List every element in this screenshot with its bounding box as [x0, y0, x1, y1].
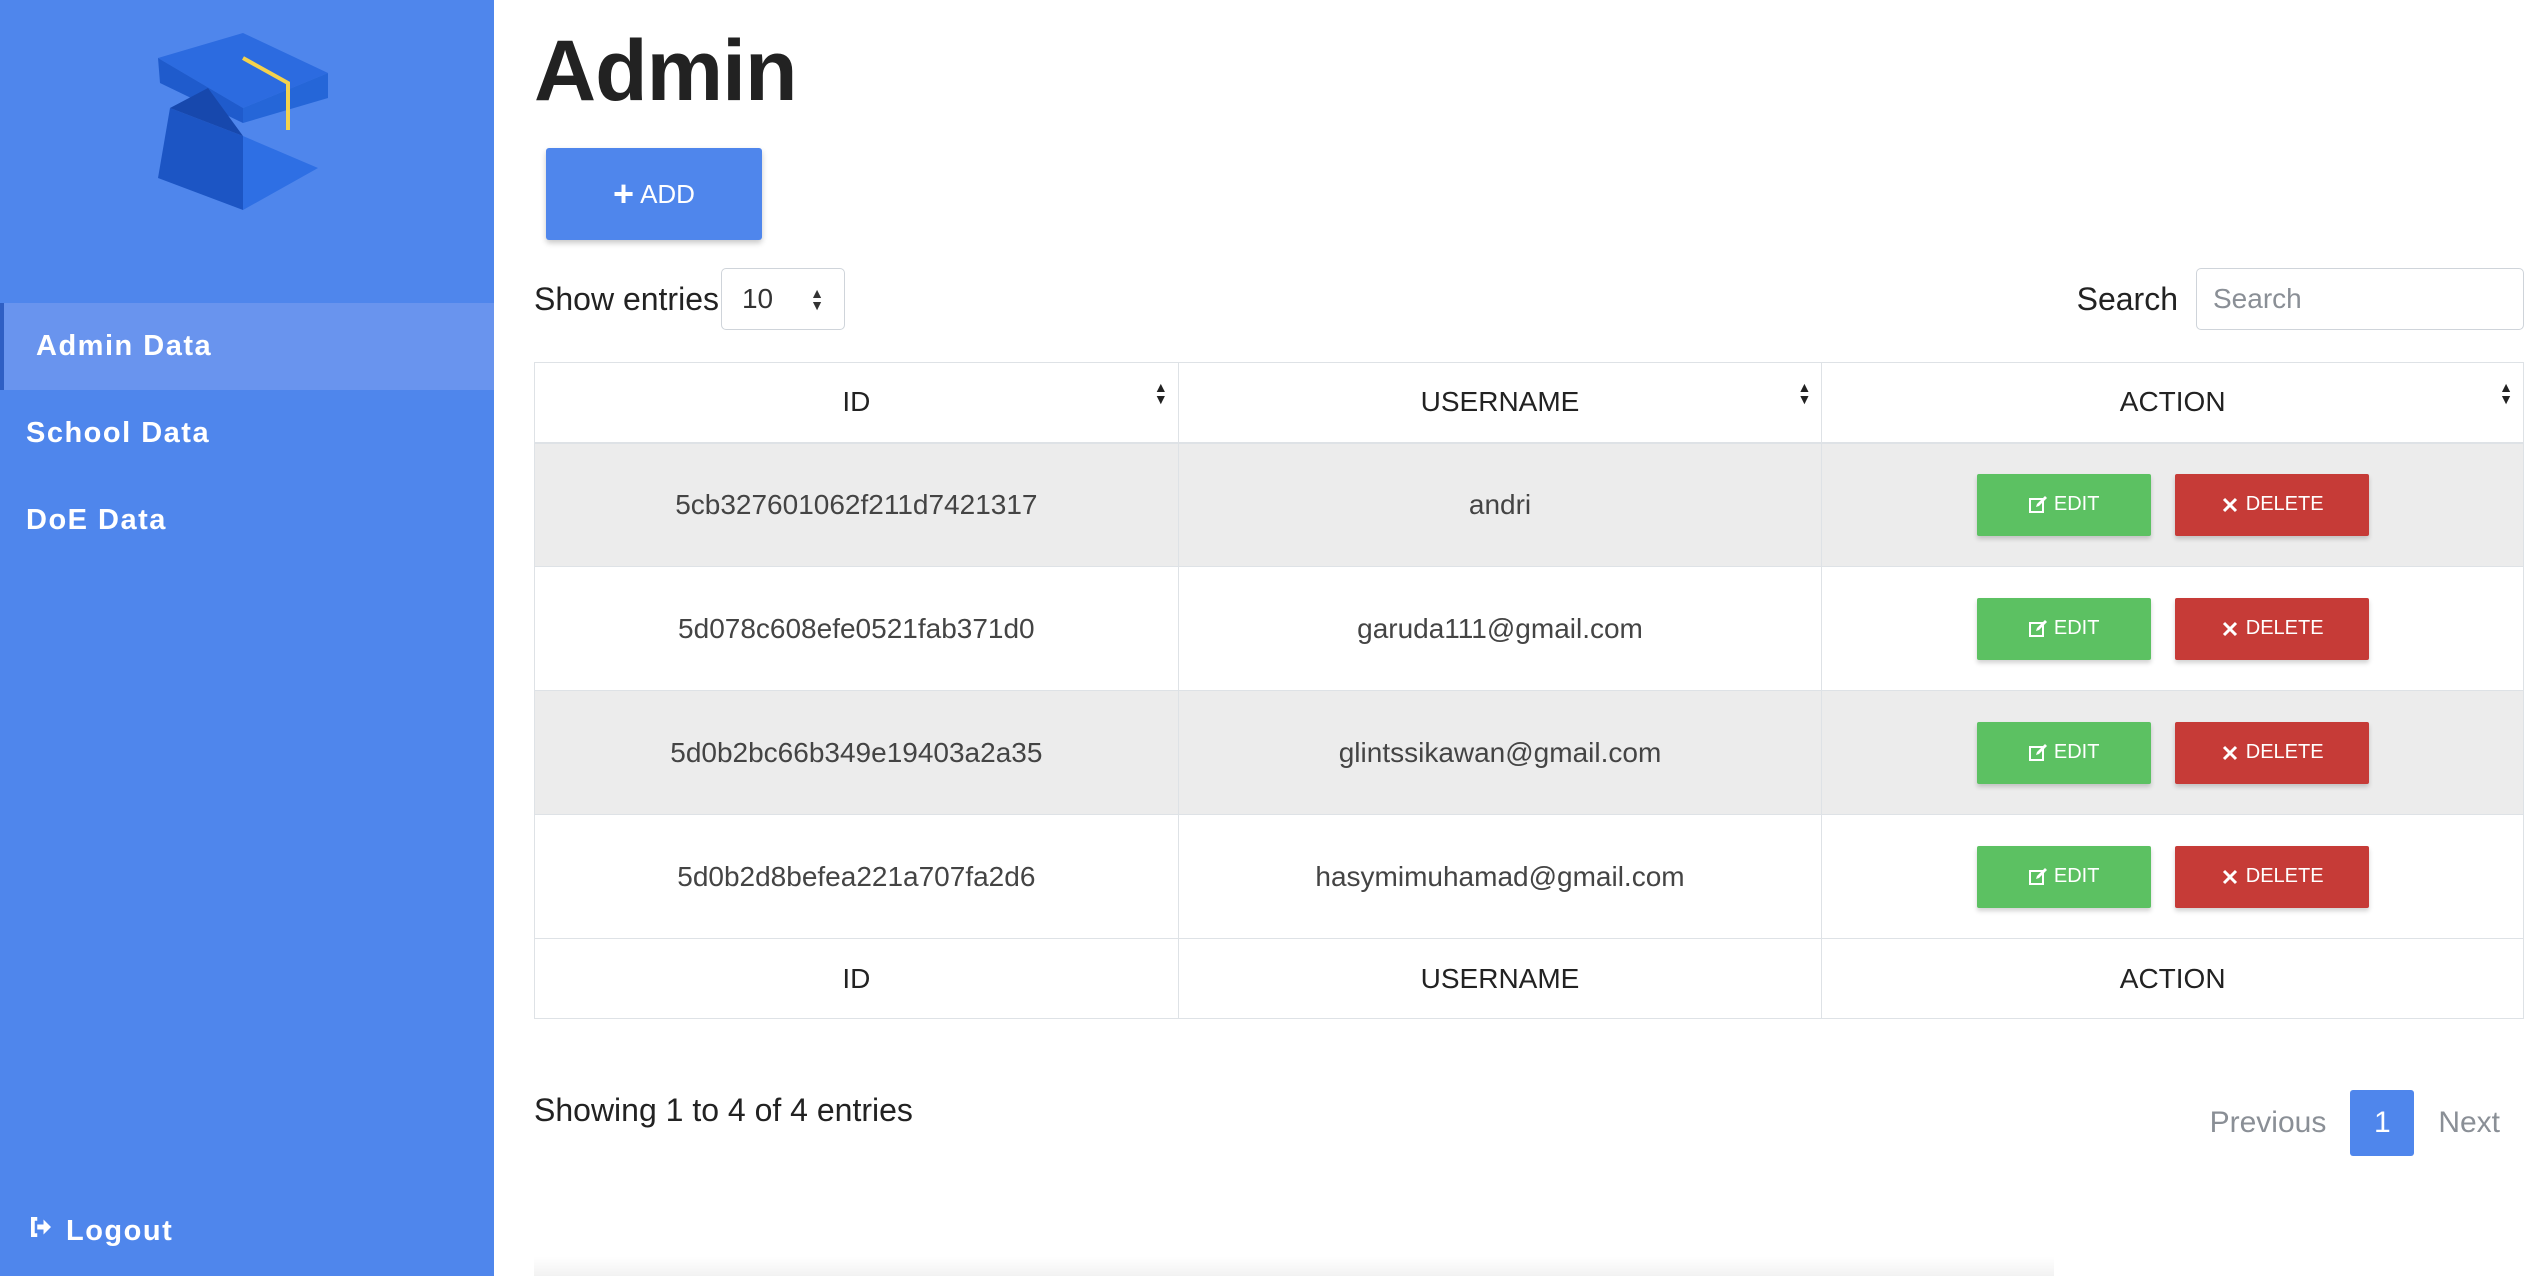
edit-icon — [2028, 495, 2047, 513]
sidebar-item-school-data[interactable]: School Data — [0, 390, 494, 477]
sidebar-item-doe-data[interactable]: DoE Data — [0, 477, 494, 564]
edit-icon — [2028, 743, 2047, 761]
header-id[interactable]: ID ▲ ▼ — [534, 362, 1179, 444]
cell-username: hasymimuhamad@gmail.com — [1177, 814, 1823, 939]
close-icon — [2222, 869, 2237, 884]
table-row: 5d0b2bc66b349e19403a2a35 glintssikawan@g… — [534, 690, 2524, 815]
previous-button[interactable]: Previous — [2186, 1106, 2351, 1140]
edit-icon — [2028, 619, 2047, 637]
cell-id: 5d0b2d8befea221a707fa2d6 — [534, 814, 1179, 939]
delete-button[interactable]: DELETE — [2174, 845, 2369, 908]
close-icon — [2222, 497, 2237, 512]
entries-select[interactable]: 10 ▲ ▼ — [720, 268, 845, 330]
sign-out-icon — [26, 1212, 56, 1250]
page-1-button[interactable]: 1 — [2350, 1090, 2415, 1156]
header-username[interactable]: USERNAME ▲ ▼ — [1177, 362, 1823, 444]
footer-action: ACTION — [1821, 938, 2524, 1019]
select-arrows-icon: ▲ ▼ — [810, 285, 824, 313]
logout-label: Logout — [66, 1214, 174, 1247]
edit-icon — [2028, 867, 2047, 885]
cell-action: EDIT DELETE — [1821, 566, 2524, 691]
delete-button[interactable]: DELETE — [2174, 473, 2369, 536]
cell-id: 5cb327601062f211d7421317 — [534, 442, 1179, 567]
sort-icon: ▲ ▼ — [1153, 379, 1168, 407]
delete-label: DELETE — [2245, 741, 2324, 763]
footer-username: USERNAME — [1177, 938, 1823, 1019]
header-action[interactable]: ACTION ▲ ▼ — [1821, 362, 2524, 444]
add-label: ADD — [640, 178, 695, 209]
search-label: Search — [2076, 280, 2178, 317]
cell-username: glintssikawan@gmail.com — [1177, 690, 1823, 815]
sidebar-item-admin-data[interactable]: Admin Data — [0, 303, 494, 390]
footer-id: ID — [534, 938, 1179, 1019]
header-action-label: ACTION — [2119, 386, 2226, 418]
delete-label: DELETE — [2245, 493, 2324, 516]
page-title: Admin — [534, 23, 798, 119]
edit-button[interactable]: EDIT — [1976, 845, 2151, 908]
sidebar: Admin Data School Data DoE Data Logout — [0, 0, 494, 1276]
edit-button[interactable]: EDIT — [1976, 473, 2151, 536]
edit-button[interactable]: EDIT — [1976, 597, 2151, 660]
edit-label: EDIT — [2053, 493, 2100, 516]
sort-icon: ▲ ▼ — [2499, 379, 2513, 407]
cell-id: 5d0b2bc66b349e19403a2a35 — [534, 690, 1179, 815]
cell-action: EDIT DELETE — [1821, 814, 2524, 939]
graduation-cap-logo — [148, 28, 338, 218]
edit-label: EDIT — [2053, 741, 2100, 763]
cell-action: EDIT DELETE — [1821, 690, 2524, 815]
header-id-label: ID — [842, 386, 871, 418]
pagination: Previous 1 Next — [2186, 1090, 2524, 1156]
show-entries: Show entries 10 ▲ ▼ — [534, 268, 845, 330]
search-area: Search — [2077, 268, 2524, 330]
next-button[interactable]: Next — [2414, 1106, 2524, 1140]
sort-icon: ▲ ▼ — [1797, 379, 1812, 407]
logout-link[interactable]: Logout — [26, 1212, 173, 1250]
cell-id: 5d078c608efe0521fab371d0 — [534, 566, 1179, 691]
sidebar-nav: Admin Data School Data DoE Data — [0, 303, 494, 564]
add-button[interactable]: + ADD — [546, 148, 762, 240]
edit-label: EDIT — [2053, 617, 2100, 639]
table-row: 5d0b2d8befea221a707fa2d6 hasymimuhamad@g… — [534, 814, 2524, 939]
cell-username: garuda111@gmail.com — [1177, 566, 1823, 691]
admin-table: ID ▲ ▼ USERNAME ▲ ▼ ACTION ▲ ▼ 5cb327601062… — [534, 362, 2524, 1019]
header-username-label: USERNAME — [1420, 386, 1580, 418]
entries-value: 10 — [741, 283, 774, 314]
entries-info: Showing 1 to 4 of 4 entries — [534, 1092, 913, 1128]
table-row: 5d078c608efe0521fab371d0 garuda111@gmail… — [534, 566, 2524, 691]
edit-label: EDIT — [2053, 865, 2100, 887]
delete-button[interactable]: DELETE — [2174, 597, 2369, 660]
delete-label: DELETE — [2245, 617, 2324, 639]
main-content: Admin + ADD Show entries 10 ▲▼ Search ID… — [534, 0, 2524, 1276]
table-row: 5cb327601062f211d7421317 andri EDIT DELE… — [534, 442, 2524, 567]
close-icon — [2222, 745, 2237, 760]
cell-username: andri — [1177, 442, 1823, 567]
search-input[interactable] — [2196, 268, 2524, 330]
close-icon — [2222, 621, 2237, 636]
show-entries-label: Show entries — [534, 280, 719, 317]
cell-action: EDIT DELETE — [1821, 442, 2524, 567]
delete-button[interactable]: DELETE — [2174, 721, 2369, 784]
divider — [534, 1256, 2054, 1276]
delete-label: DELETE — [2245, 865, 2324, 887]
plus-icon: + — [613, 173, 635, 214]
edit-button[interactable]: EDIT — [1976, 721, 2151, 784]
